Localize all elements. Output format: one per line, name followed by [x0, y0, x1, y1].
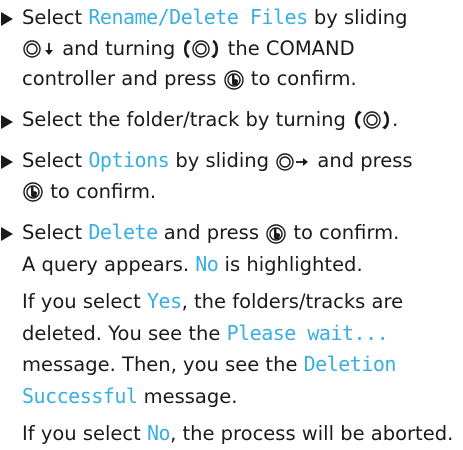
step-text: to confirm. [287, 221, 400, 244]
step-text: Select [22, 6, 89, 29]
step-text: Select the folder/track by turning [22, 107, 353, 131]
step-text: by sliding [169, 149, 276, 172]
step-bullet-icon [1, 155, 13, 169]
step-text: by sliding [307, 6, 408, 29]
paragraph-no: If you select No, the process will be ab… [0, 418, 463, 450]
step-bullet-icon [1, 227, 13, 241]
menu-label-rename-delete-files: Rename/Delete Files [88, 5, 308, 29]
controller-press-icon [22, 181, 44, 203]
step-text: to confirm. [44, 179, 157, 203]
step-text: and press [157, 221, 266, 244]
controller-slide-right-icon [275, 152, 311, 172]
menu-label-yes: Yes [146, 289, 182, 313]
step-text: A query appears. [22, 252, 196, 276]
step-text: controller and press [22, 67, 223, 90]
para-text: If you select [22, 422, 147, 445]
menu-label-delete: Delete [88, 220, 158, 244]
paragraph-yes: If you select Yes, the folders/tracks ar… [0, 286, 463, 412]
controller-slide-down-icon [22, 39, 56, 59]
step-text: is highlighted. [218, 252, 363, 276]
step-1: Select Rename/Delete Files by sliding an… [0, 2, 463, 95]
step-text: and press [311, 149, 413, 172]
controller-turn-icon [352, 109, 392, 131]
menu-label-no: No [146, 421, 171, 445]
para-text: message. [137, 384, 238, 408]
step-text: . [392, 107, 399, 131]
controller-press-icon [265, 223, 287, 245]
controller-press-icon [223, 69, 245, 91]
para-text: , the process will be aborted. [170, 422, 454, 445]
step-bullet-icon [1, 12, 13, 26]
message-please-wait: Please wait... [226, 320, 389, 345]
step-bullet-icon [1, 114, 13, 129]
step-3: Select Options by sliding and press to c… [0, 145, 463, 207]
para-text: message. Then, you see the [22, 353, 304, 376]
step-text: the COMAND [221, 36, 355, 60]
instruction-document: Select Rename/Delete Files by sliding an… [0, 2, 463, 450]
controller-turn-icon [181, 38, 221, 60]
menu-label-options: Options [88, 148, 170, 172]
step-2: Select the folder/track by turning . [0, 105, 463, 136]
para-text: If you select [22, 290, 147, 313]
step-text: to confirm. [244, 67, 357, 90]
step-text: Select [22, 149, 89, 172]
step-text: Select [22, 221, 89, 244]
step-text: and turning [56, 36, 182, 60]
step-4: Select Delete and press to confirm. A qu… [0, 217, 463, 280]
menu-label-no: No [195, 251, 219, 276]
